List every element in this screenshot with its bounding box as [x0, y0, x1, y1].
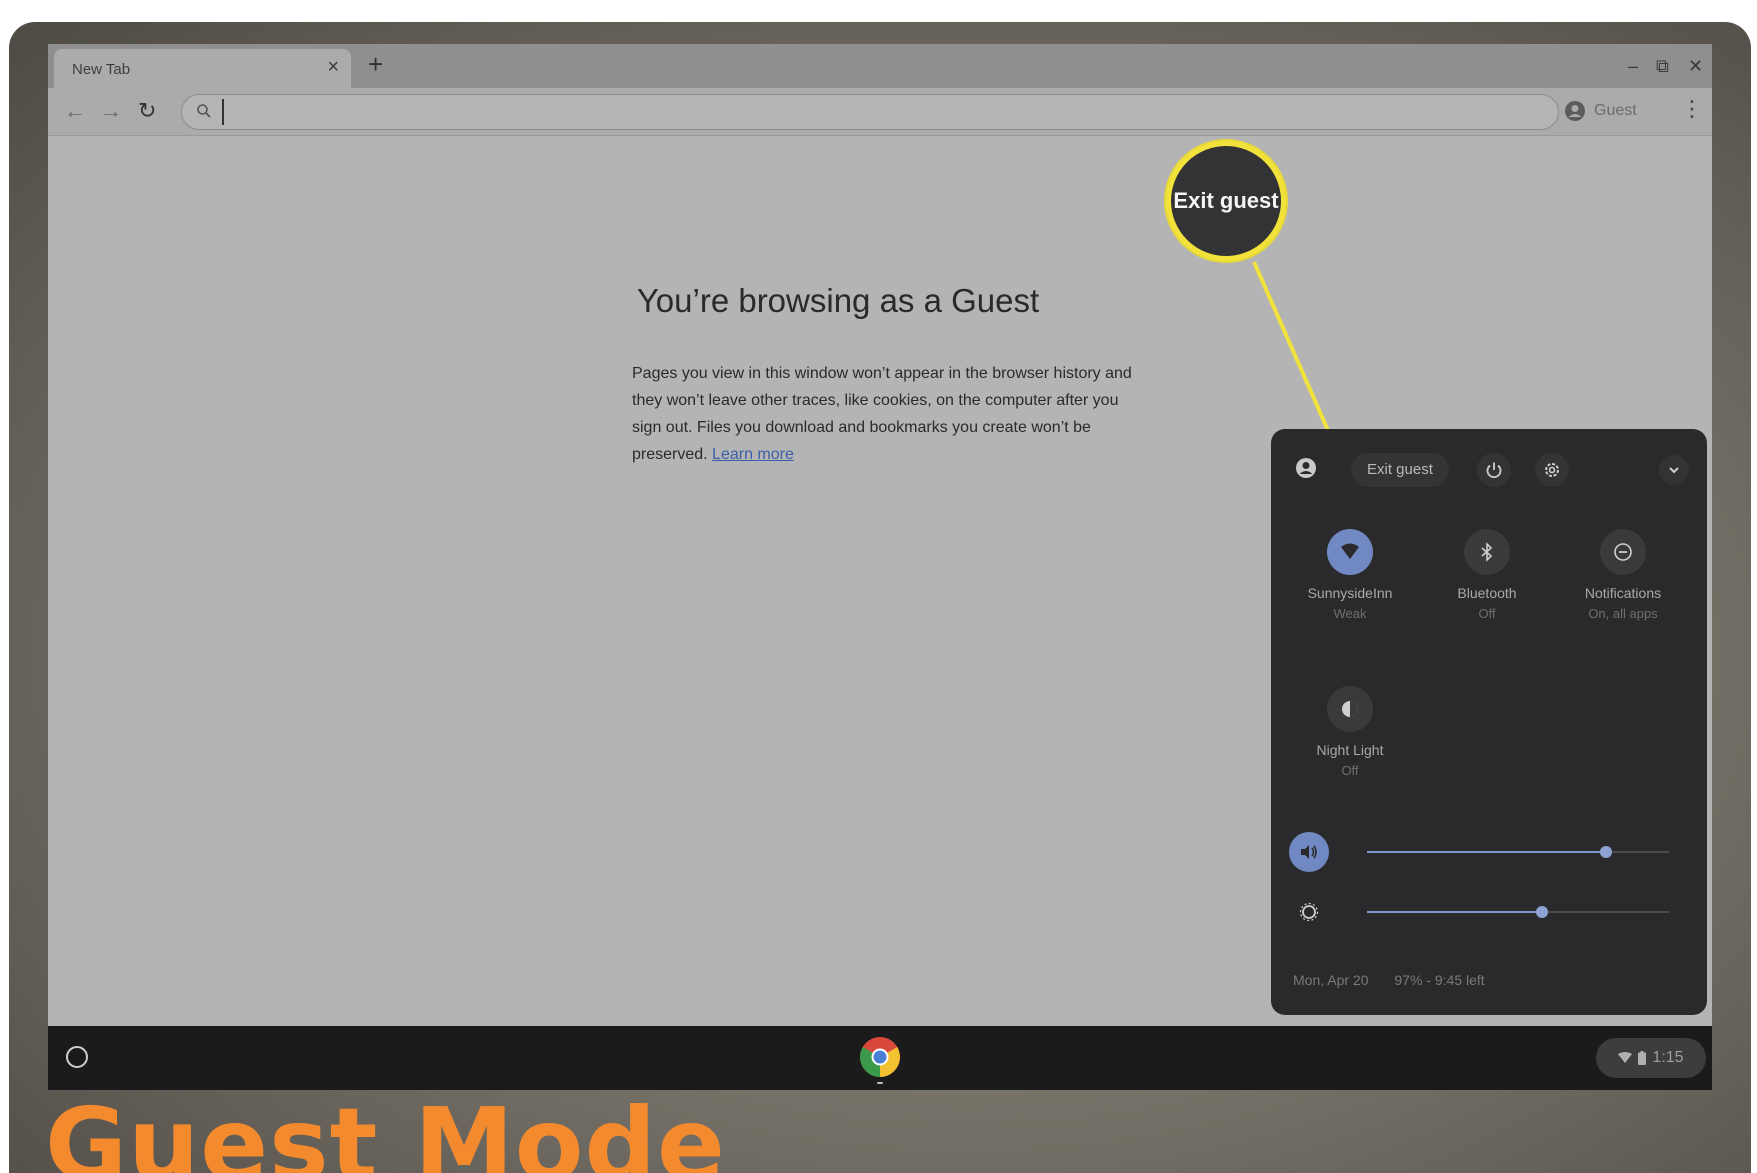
address-bar[interactable] — [181, 94, 1559, 130]
forward-icon[interactable]: → — [100, 100, 122, 122]
menu-icon[interactable]: ⋮ — [1681, 98, 1703, 120]
avatar-icon — [1565, 101, 1585, 121]
volume-thumb[interactable] — [1599, 846, 1612, 858]
night-light-icon — [1342, 701, 1358, 717]
tile-sublabel: Off — [1341, 763, 1359, 778]
brightness-thumb[interactable] — [1536, 906, 1549, 918]
close-window-button[interactable]: ✕ — [1688, 56, 1703, 76]
battery-label[interactable]: 97% - 9:45 left — [1394, 972, 1484, 988]
notifications-toggle[interactable] — [1600, 529, 1646, 575]
clock: 1:15 — [1652, 1049, 1684, 1066]
page-body-text: Pages you view in this window won’t appe… — [632, 365, 1132, 463]
battery-icon — [1638, 1051, 1647, 1065]
tab-new-tab[interactable]: New Tab × — [54, 49, 351, 88]
quick-settings-panel: Exit guest SunnysideInn Weak Bluetooth O… — [1271, 429, 1707, 1015]
tile-label: Night Light — [1316, 742, 1384, 758]
volume-icon — [1301, 845, 1317, 859]
mute-button[interactable] — [1289, 832, 1329, 872]
wifi-icon — [1341, 543, 1359, 559]
date-label[interactable]: Mon, Apr 20 — [1293, 972, 1369, 988]
new-tab-button[interactable]: + — [368, 51, 383, 77]
shelf: 1:15 — [48, 1026, 1712, 1090]
minimize-button[interactable]: – — [1628, 56, 1638, 76]
restore-button[interactable]: ⧉ — [1656, 56, 1669, 76]
tile-sublabel: Weak — [1333, 606, 1367, 621]
settings-button[interactable] — [1535, 453, 1569, 487]
collapse-button[interactable] — [1659, 455, 1689, 485]
page-body: Pages you view in this window won’t appe… — [632, 360, 1152, 468]
tile-sublabel: On, all apps — [1588, 606, 1658, 621]
volume-row — [1289, 832, 1689, 872]
launcher-icon[interactable] — [66, 1046, 88, 1068]
address-input[interactable] — [222, 99, 1522, 125]
volume-slider[interactable] — [1367, 846, 1669, 858]
app-running-indicator — [877, 1082, 883, 1084]
tab-close-icon[interactable]: × — [327, 57, 339, 77]
chrome-icon[interactable] — [859, 1036, 901, 1078]
tile-label: Bluetooth — [1457, 585, 1517, 601]
reload-icon[interactable]: ↻ — [138, 100, 156, 122]
back-icon[interactable]: ← — [64, 100, 86, 122]
tile-sublabel: Off — [1478, 606, 1496, 621]
exit-guest-button[interactable]: Exit guest — [1351, 453, 1449, 487]
profile-button[interactable]: Guest — [1564, 95, 1637, 127]
slide-title: Guest Mode — [45, 1086, 726, 1173]
tile-night-light[interactable]: Night Light Off — [1285, 686, 1415, 778]
chevron-down-icon — [1669, 467, 1679, 474]
wifi-icon — [1618, 1052, 1633, 1063]
status-tray[interactable]: 1:15 — [1596, 1038, 1706, 1078]
brightness-row — [1289, 892, 1689, 932]
avatar-icon — [1296, 458, 1316, 478]
tile-label: SunnysideInn — [1307, 585, 1393, 601]
tab-strip: New Tab × + – ⧉ ✕ — [48, 44, 1712, 88]
tile-wifi[interactable]: SunnysideInn Weak — [1285, 529, 1415, 621]
notifications-icon — [1614, 543, 1632, 561]
power-button[interactable] — [1477, 453, 1511, 487]
browser-toolbar: ← → ↻ Guest ⋮ — [48, 88, 1712, 136]
brightness-slider[interactable] — [1367, 906, 1669, 918]
exit-guest-callout: Exit guest — [1166, 141, 1286, 261]
brightness-fill — [1367, 911, 1543, 913]
slide-frame: New Tab × + – ⧉ ✕ ← → ↻ Guest ⋮ You’re b… — [9, 22, 1751, 1173]
page-title: You’re browsing as a Guest — [636, 282, 1040, 319]
callout-text: Exit guest — [1173, 188, 1279, 213]
brightness-button — [1289, 892, 1329, 932]
search-icon — [197, 104, 211, 118]
bluetooth-toggle[interactable] — [1464, 529, 1510, 575]
volume-fill — [1367, 851, 1606, 853]
tab-title: New Tab — [72, 61, 131, 78]
gear-icon — [1545, 463, 1559, 477]
learn-more-link[interactable]: Learn more — [712, 446, 794, 463]
qs-footer: Mon, Apr 20 97% - 9:45 left — [1293, 972, 1507, 988]
tile-label: Notifications — [1584, 585, 1662, 601]
tile-bluetooth[interactable]: Bluetooth Off — [1422, 529, 1552, 621]
tile-notifications[interactable]: Notifications On, all apps — [1558, 529, 1688, 621]
night-light-toggle[interactable] — [1327, 686, 1373, 732]
wifi-toggle[interactable] — [1327, 529, 1373, 575]
chromebook-screen: New Tab × + – ⧉ ✕ ← → ↻ Guest ⋮ You’re b… — [48, 44, 1712, 1090]
brightness-icon — [1299, 902, 1319, 922]
power-icon — [1486, 462, 1502, 479]
bluetooth-icon — [1481, 542, 1493, 562]
profile-label: Guest — [1594, 102, 1637, 119]
